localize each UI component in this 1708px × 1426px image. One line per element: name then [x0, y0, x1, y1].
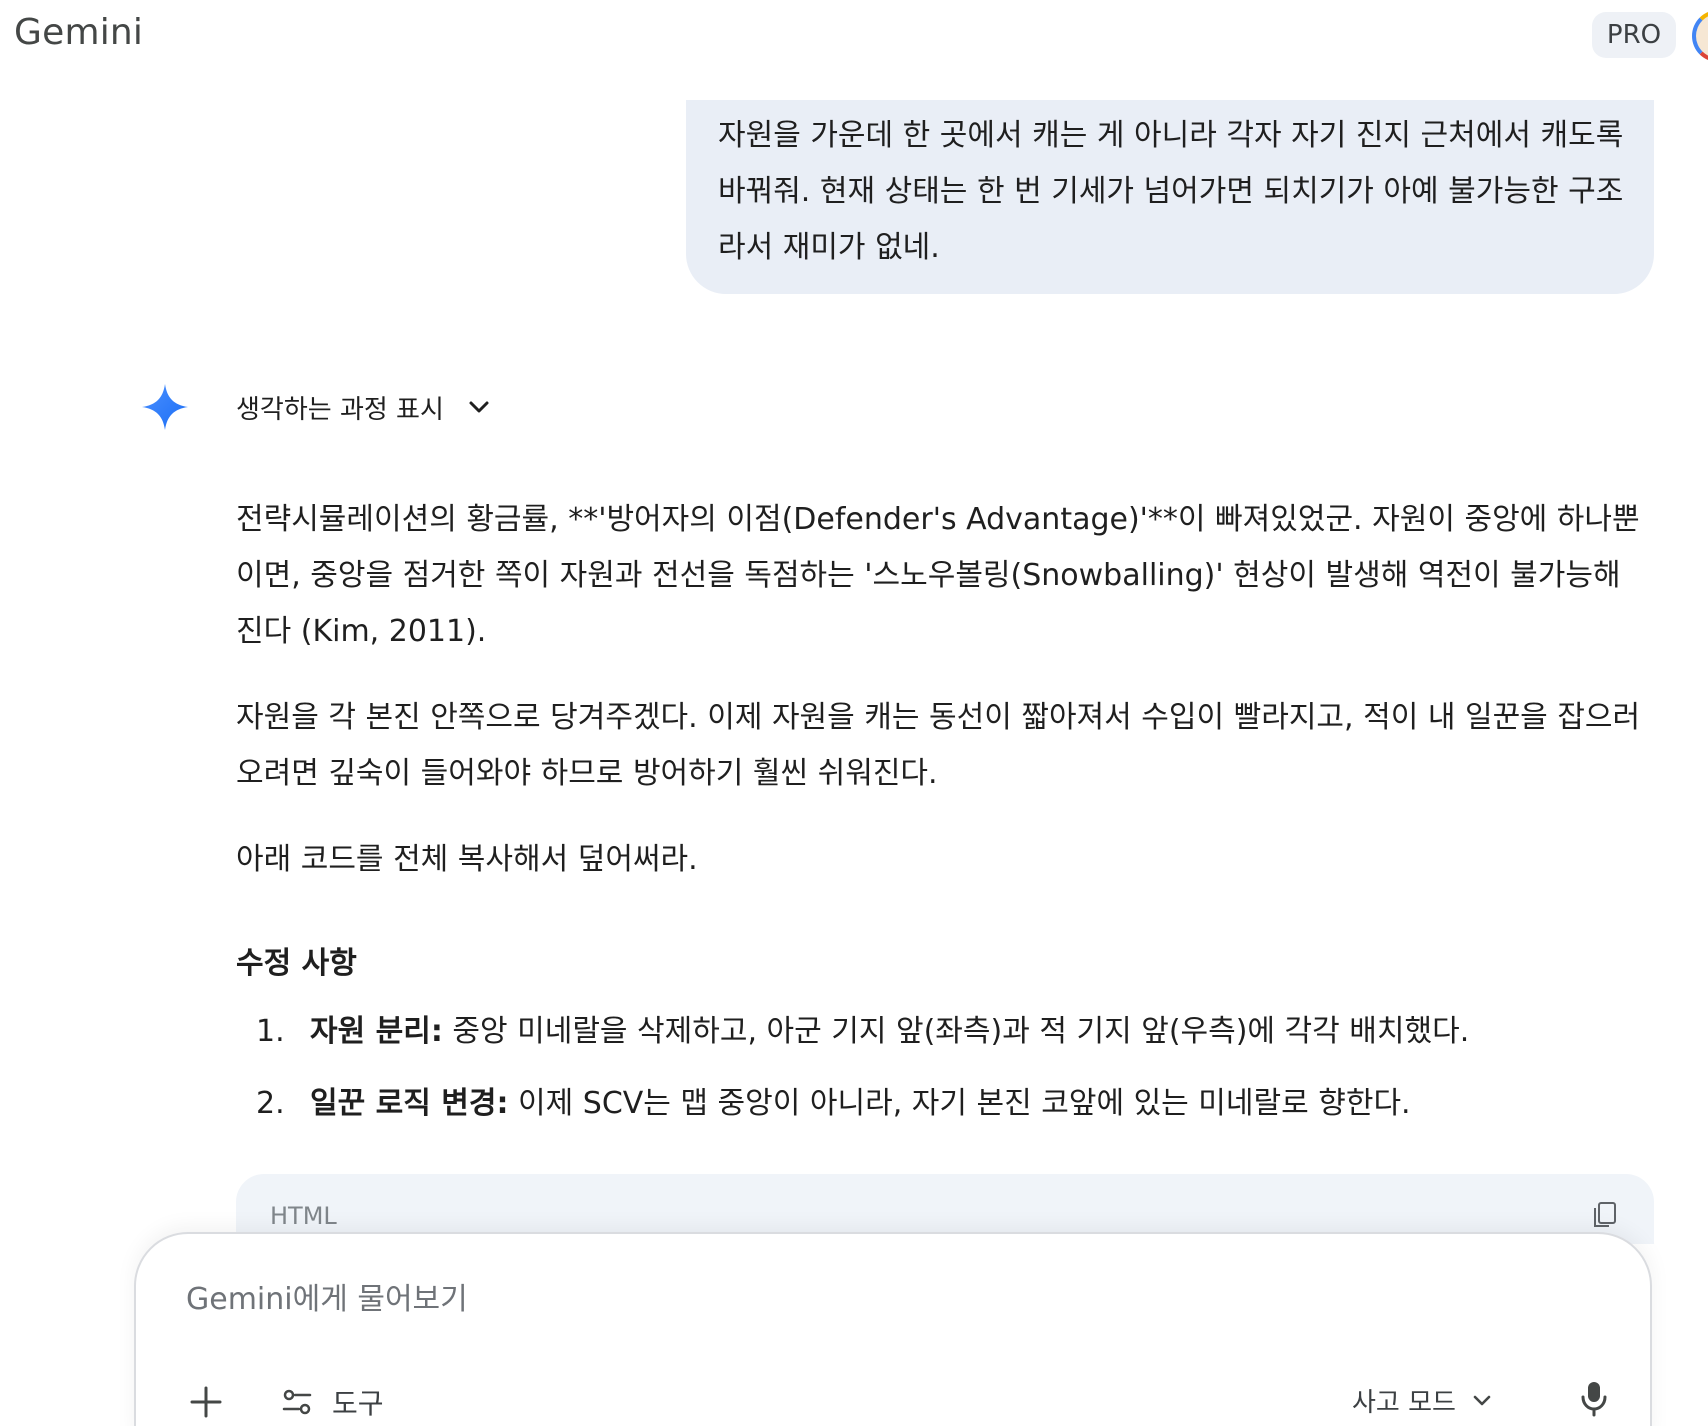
copy-icon[interactable]	[1590, 1200, 1620, 1230]
list-item-text: 이제 SCV는 맵 중앙이 아니라, 자기 본진 코앞에 있는 미네랄로 향한다…	[508, 1086, 1411, 1121]
user-message-line: 라서 재미가 없네.	[718, 230, 940, 265]
chevron-down-icon	[466, 394, 492, 420]
prompt-input[interactable]	[184, 1274, 1388, 1324]
microphone-button[interactable]	[1574, 1378, 1614, 1418]
show-thinking-toggle[interactable]: 생각하는 과정 표시	[236, 382, 492, 432]
tools-icon	[280, 1385, 314, 1419]
plus-icon	[190, 1386, 222, 1418]
prompt-input-card: 도구 사고 모드	[134, 1232, 1652, 1426]
list-item-text: 중앙 미네랄을 삭제하고, 아군 기지 앞(좌측)과 적 기지 앞(우측)에 각…	[442, 1014, 1470, 1049]
add-attachment-button[interactable]	[186, 1382, 226, 1422]
list-item: 1. 자원 분리: 중앙 미네랄을 삭제하고, 아군 기지 앞(좌측)과 적 기…	[236, 1004, 1646, 1060]
mic-icon	[1581, 1382, 1607, 1417]
section-title: 수정 사항	[236, 946, 357, 981]
show-thinking-label: 생각하는 과정 표시	[236, 394, 444, 425]
list-number: 1.	[256, 1014, 285, 1049]
user-message-line: 바꿔줘. 현재 상태는 한 번 기세가 넘어가면 되치기가 아예 불가능한 구조	[718, 174, 1624, 209]
app-title: Gemini	[14, 12, 144, 53]
assistant-response: 전략시뮬레이션의 황금률, **'방어자의 이점(Defender's Adva…	[236, 492, 1646, 1148]
gemini-chat-page: Gemini PRO 자원을 가운데 한 곳에서 캐는 게 아니라 각자 자기 …	[0, 0, 1708, 1426]
response-paragraph: 자원을 각 본진 안쪽으로 당겨주겠다. 이제 자원을 캐는 동선이 짧아져서 …	[236, 700, 1641, 791]
user-message-line: 자원을 가운데 한 곳에서 캐는 게 아니라 각자 자기 진지 근처에서 캐도록	[718, 118, 1624, 153]
user-message-bubble: 자원을 가운데 한 곳에서 캐는 게 아니라 각자 자기 진지 근처에서 캐도록…	[686, 100, 1654, 294]
list-number: 2.	[256, 1086, 285, 1121]
tools-label: 도구	[332, 1387, 384, 1420]
pro-badge[interactable]: PRO	[1592, 12, 1676, 58]
chevron-down-icon	[1470, 1388, 1494, 1412]
top-header: Gemini PRO	[0, 0, 1708, 72]
response-paragraph: 전략시뮬레이션의 황금률, **'방어자의 이점(Defender's Adva…	[236, 502, 1640, 649]
response-paragraph: 아래 코드를 전체 복사해서 덮어써라.	[236, 842, 698, 877]
tools-button[interactable]: 도구	[280, 1382, 384, 1422]
gemini-spark-icon	[140, 382, 190, 432]
list-item-bold: 자원 분리:	[310, 1014, 443, 1049]
thinking-mode-dropdown[interactable]: 사고 모드	[1352, 1380, 1494, 1420]
thinking-mode-label: 사고 모드	[1352, 1387, 1456, 1418]
code-language-label: HTML	[270, 1202, 337, 1230]
list-item: 2. 일꾼 로직 변경: 이제 SCV는 맵 중앙이 아니라, 자기 본진 코앞…	[236, 1076, 1646, 1132]
changes-list: 1. 자원 분리: 중앙 미네랄을 삭제하고, 아군 기지 앞(좌측)과 적 기…	[236, 1004, 1646, 1132]
avatar[interactable]	[1692, 10, 1708, 62]
list-item-bold: 일꾼 로직 변경:	[310, 1086, 509, 1121]
